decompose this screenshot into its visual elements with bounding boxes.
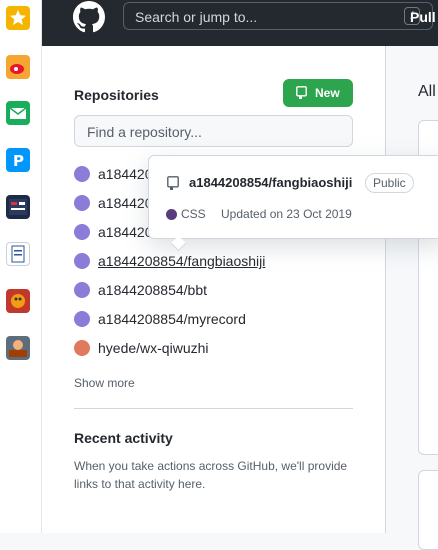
document-icon[interactable] [6, 242, 30, 266]
app-dock: P [0, 0, 42, 533]
owner-avatar [74, 224, 90, 240]
global-search-input[interactable]: Search or jump to... / [123, 2, 433, 30]
feed-card [418, 470, 438, 550]
new-button-label: New [315, 86, 340, 100]
repo-link[interactable]: hyede/wx-qiwuzhi [98, 340, 209, 356]
owner-avatar [74, 340, 90, 356]
star-app-icon[interactable] [6, 6, 30, 30]
find-repository-input[interactable]: Find a repository... [74, 115, 353, 147]
weibo-icon[interactable] [6, 55, 30, 79]
owner-avatar [74, 253, 90, 269]
top-header: Search or jump to... / Pull [42, 0, 438, 46]
repo-icon [296, 86, 307, 99]
nav-pull-requests[interactable]: Pull [410, 9, 436, 25]
game2-app-icon[interactable] [6, 336, 30, 360]
dashboard-sidebar: Repositories New Find a repository... a1… [42, 46, 386, 533]
hovercard-repo-name[interactable]: a1844208854/fangbiaoshiji [189, 175, 352, 190]
find-repository-placeholder: Find a repository... [87, 124, 202, 140]
search-placeholder: Search or jump to... [135, 9, 258, 25]
show-more-link[interactable]: Show more [74, 376, 135, 390]
repo-link[interactable]: a1844208854/fangbiaoshiji [98, 253, 265, 269]
repo-link[interactable]: a184420 [98, 224, 153, 240]
visibility-badge: Public [365, 173, 414, 193]
section-divider [74, 408, 353, 409]
new-repository-button[interactable]: New [283, 79, 353, 107]
mail-icon[interactable] [6, 101, 30, 125]
repo-link[interactable]: a1844208854/myrecord [98, 311, 246, 327]
owner-avatar [74, 166, 90, 182]
feed-heading: All [418, 83, 436, 100]
owner-avatar [74, 195, 90, 211]
owner-avatar [74, 282, 90, 298]
svg-text:P: P [13, 152, 24, 170]
pixiv-app-icon[interactable]: P [6, 148, 30, 172]
recent-activity-text: When you take actions across GitHub, we'… [74, 459, 348, 491]
game-app-icon[interactable] [6, 289, 30, 313]
repo-link[interactable]: a184420 [98, 195, 153, 211]
repo-language: CSS [181, 207, 206, 221]
repo-hovercard: a1844208854/fangbiaoshiji Public CSS Upd… [148, 155, 438, 252]
repositories-heading: Repositories [74, 87, 159, 103]
owner-avatar [74, 311, 90, 327]
repo-link[interactable]: a1844208854/bbt [98, 282, 207, 298]
language-color-dot [166, 209, 177, 220]
repo-updated-date: Updated on 23 Oct 2019 [221, 207, 352, 221]
repo-link[interactable]: a184420 [98, 166, 153, 182]
repo-icon [167, 176, 179, 190]
news-app-icon[interactable] [6, 195, 30, 219]
github-logo-icon[interactable] [73, 1, 105, 33]
recent-activity-heading: Recent activity [74, 430, 173, 446]
